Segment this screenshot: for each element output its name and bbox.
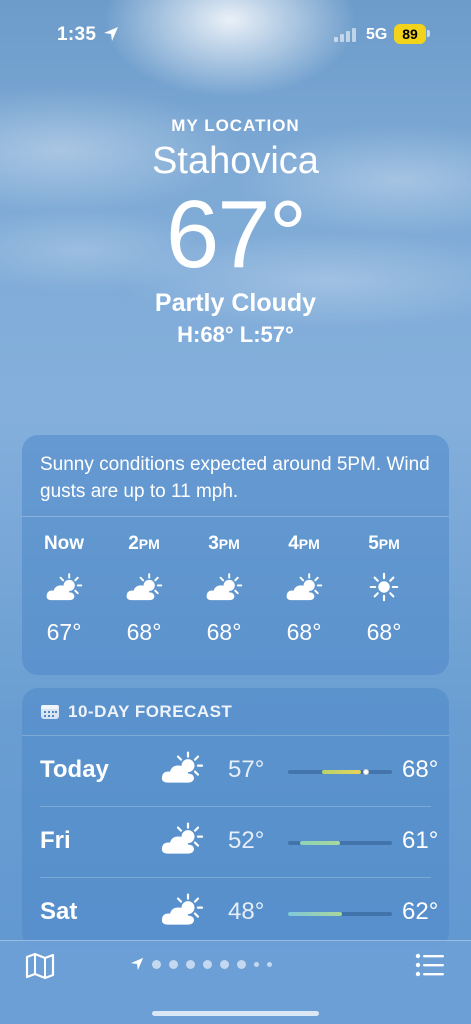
forecast-title: 10-DAY FORECAST [68,701,233,721]
page-dot[interactable] [169,959,178,969]
sun-icon [354,561,414,613]
page-dot[interactable] [186,959,195,969]
status-bar: 1:35 5G 89 [0,22,471,50]
map-icon[interactable] [24,951,56,981]
hour-label: 5PM [368,533,400,554]
forecast-high: 62° [402,898,439,925]
hour-label: Now [43,533,85,554]
hour-temperature: 68° [126,619,162,645]
forecast-high: 61° [402,827,439,854]
current-location-arrow-icon[interactable] [130,957,144,971]
city-name: Stahovica [152,140,319,182]
calendar-icon [41,704,59,719]
page-dot[interactable] [152,959,161,969]
forecast-rows: Today 57° 68° Fri 52° 61° Sat 48° 62° [22,736,449,948]
hour-column: 66 [434,531,449,646]
temperature-range-bar [288,769,392,775]
status-time: 1:35 [57,24,97,45]
temperature-range-bar [288,912,392,916]
current-condition: Partly Cloudy [154,289,317,317]
forecast-header: 10-DAY FORECAST [22,688,449,736]
list-icon[interactable] [415,953,445,977]
partly-cloudy-icon [34,561,94,613]
partly-cloudy-icon [194,561,254,613]
hour-label: 6 [434,531,449,557]
page-dot[interactable] [220,959,229,969]
current-temperature-dot [363,769,369,775]
current-temperature: 67° [165,181,307,288]
forecast-high: 68° [402,756,439,783]
temperature-range-fill [300,841,340,845]
partly-cloudy-icon [114,561,174,613]
forecast-day: Sat [40,898,78,925]
hour-label: 4PM [288,533,320,554]
page-dot[interactable] [237,959,246,969]
page-dot[interactable] [203,959,212,969]
temperature-range-fill [288,912,343,916]
hourly-forecast-card[interactable]: Sunny conditions expected around 5PM. Wi… [22,435,449,675]
forecast-row[interactable]: Today 57° 68° [40,736,438,807]
hour-temperature: 67° [46,619,82,645]
battery-icon: 89 [394,24,426,44]
forecast-day: Fri [40,827,71,854]
forecast-low: 52° [228,827,265,854]
high-low-temperature: H:68° L:57° [177,322,294,347]
network-type: 5G [366,26,388,43]
hour-label: 3PM [208,533,240,554]
hour-column: 2PM 68° [114,531,174,646]
hour-temperature: 68° [286,619,322,645]
sun-icon [434,561,449,613]
bottom-toolbar [0,940,471,1024]
partly-cloudy-icon [160,821,204,861]
hour-temperature: 6 [434,619,449,646]
cellular-signal-icon [334,28,356,42]
hour-column: 5PM 68° [354,531,414,646]
ten-day-forecast-card[interactable]: 10-DAY FORECAST Today 57° 68° Fri 52° 61° Sat 4… [22,688,449,948]
location-label: MY LOCATION [171,116,300,135]
home-indicator [152,1011,319,1016]
hourly-summary: Sunny conditions expected around 5PM. Wi… [22,435,449,517]
page-dot[interactable] [267,961,272,967]
hour-column: 4PM 68° [274,531,334,646]
hour-label: 2PM [128,533,160,554]
forecast-day: Today [40,756,109,783]
page-dot[interactable] [254,961,259,967]
page-indicator[interactable] [130,957,272,971]
battery-tip [427,30,430,37]
current-weather-header: MY LOCATION Stahovica 67° Partly Cloudy … [0,116,471,348]
forecast-row[interactable]: Fri 52° 61° [40,807,438,878]
partly-cloudy-icon [274,561,334,613]
temperature-range-fill [322,770,361,774]
forecast-low: 57° [228,756,265,783]
hour-column: 3PM 68° [194,531,254,646]
hour-temperature: 68° [206,619,242,645]
temperature-range-bar [288,841,392,845]
partly-cloudy-icon [160,750,204,790]
hour-temperature: 68° [366,619,402,645]
location-arrow-icon [104,27,118,41]
partly-cloudy-icon [160,892,204,932]
forecast-low: 48° [228,898,265,925]
hourly-list[interactable]: Now67°2PM68°3PM68°4PM68°5PM68°66 [22,531,449,671]
forecast-row[interactable]: Sat 48° 62° [40,878,438,948]
hour-column: Now 67° [34,531,94,646]
